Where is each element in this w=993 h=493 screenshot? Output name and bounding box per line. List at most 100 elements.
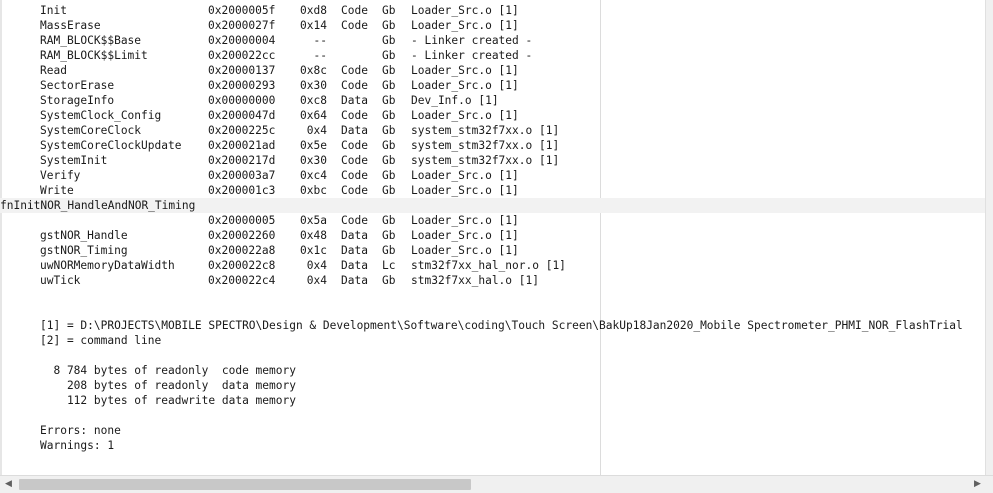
warnings-line: Warnings: 1 (40, 439, 115, 452)
scroll-right-arrow-icon[interactable]: ▶ (969, 476, 986, 493)
symbol-name: RAM_BLOCK$$Base (40, 34, 142, 47)
symbol-obj: stm32f7xx_hal_nor.o [1] (411, 259, 566, 272)
symbol-addr: 0x20000293 (208, 79, 276, 92)
symbol-size: 0xc8 (300, 94, 327, 107)
symbol-size: 0x30 (300, 154, 327, 167)
symbol-size: 0x30 (300, 79, 327, 92)
symbol-name: Verify (40, 169, 81, 182)
symbol-addr: 0x20000137 (208, 64, 276, 77)
symbol-addr: 0x2000217d (208, 154, 276, 167)
horizontal-scrollbar[interactable]: ◀ ▶ (0, 475, 993, 493)
symbol-obj: Loader_Src.o [1] (411, 64, 519, 77)
symbol-kind: Code (341, 109, 368, 122)
symbol-obj: Loader_Src.o [1] (411, 19, 519, 32)
symbol-obj: - Linker created - (411, 34, 533, 47)
symbol-size: 0x8c (300, 64, 327, 77)
symbol-kind: Data (341, 274, 368, 287)
symbol-addr: 0x20002260 (208, 229, 276, 242)
symbol-scope: Gb (382, 154, 396, 167)
symbol-scope: Lc (382, 259, 396, 272)
symbol-name: Read (40, 64, 67, 77)
symbol-addr: 0x200003a7 (208, 169, 276, 182)
symbol-kind: Data (341, 229, 368, 242)
symbol-row: 0x20000005 0x5a Code Gb Loader_Src.o [1] (40, 213, 986, 228)
symbol-kind: Data (341, 259, 368, 272)
symbol-size: 0x64 (300, 109, 327, 122)
symbol-obj: Loader_Src.o [1] (411, 214, 519, 227)
symbol-kind: Code (341, 139, 368, 152)
vertical-scrollbar[interactable] (985, 0, 993, 476)
symbol-row: RAM_BLOCK$$Limit 0x200022cc -- Gb - Linker c… (40, 48, 986, 63)
symbol-name: uwTick (40, 274, 81, 287)
symbol-scope: Gb (382, 19, 396, 32)
symbol-obj: - Linker created - (411, 49, 533, 62)
symbol-size: -- (313, 49, 327, 62)
symbol-addr: 0x2000027f (208, 19, 276, 32)
symbol-obj: Loader_Src.o [1] (411, 169, 519, 182)
symbol-name: fnInitNOR_HandleAndNOR_Timing (0, 199, 196, 212)
symbol-scope: Gb (382, 79, 396, 92)
errors-line: Errors: none (40, 424, 121, 437)
symbol-size: 0x4 (306, 259, 327, 272)
symbol-row: MassErase 0x2000027f 0x14 Code Gb Loader_Src.… (40, 18, 986, 33)
symbol-name: SystemCoreClockUpdate (40, 139, 182, 152)
symbol-obj: system_stm32f7xx.o [1] (411, 124, 560, 137)
symbol-addr: 0x200022cc (208, 49, 276, 62)
symbol-table: Init 0x2000005f 0xd8 Code Gb Loader_Src.o [1]… (0, 3, 986, 288)
symbol-addr: 0x200001c3 (208, 184, 276, 197)
symbol-row: RAM_BLOCK$$Base 0x20000004 -- Gb - Linker cr… (40, 33, 986, 48)
text-content: Init 0x2000005f 0xd8 Code Gb Loader_Src.o [1]… (0, 3, 986, 453)
symbol-size: 0x4 (306, 274, 327, 287)
symbol-name: SystemCoreClock (40, 124, 142, 137)
symbol-obj: system_stm32f7xx.o [1] (411, 154, 560, 167)
scroll-left-arrow-icon[interactable]: ◀ (0, 476, 17, 493)
symbol-kind: Code (341, 19, 368, 32)
symbol-kind: Code (341, 64, 368, 77)
symbol-scope: Gb (382, 274, 396, 287)
symbol-row: Init 0x2000005f 0xd8 Code Gb Loader_Src.o [1] (40, 3, 986, 18)
symbol-size: 0xc4 (300, 169, 327, 182)
symbol-row: Verify 0x200003a7 0xc4 Code Gb Loader_Src.o [… (40, 168, 986, 183)
symbol-addr: 0x2000005f (208, 4, 276, 17)
symbol-row: gstNOR_Handle 0x20002260 0x48 Data Gb Loader_… (40, 228, 986, 243)
symbol-kind: Code (341, 4, 368, 17)
symbol-name: Init (40, 4, 67, 17)
memory-summary-line: 8 784 bytes of readonly code memory (40, 364, 296, 377)
symbol-row: fnInitNOR_HandleAndNOR_Timing (0, 198, 986, 213)
symbol-row: SystemCoreClock 0x2000225c 0x4 Data Gb system… (40, 123, 986, 138)
symbol-size: 0x5e (300, 139, 327, 152)
symbol-addr: 0x2000225c (208, 124, 276, 137)
symbol-name: Write (40, 184, 74, 197)
symbol-name: SystemInit (40, 154, 108, 167)
gutter-strip (0, 0, 2, 476)
horizontal-scroll-thumb[interactable] (19, 479, 471, 490)
symbol-row: SystemClock_Config 0x2000047d 0x64 Code Gb Lo… (40, 108, 986, 123)
symbol-size: 0xd8 (300, 4, 327, 17)
map-file-text-view[interactable]: Init 0x2000005f 0xd8 Code Gb Loader_Src.o [1]… (0, 0, 986, 476)
symbol-size: 0x48 (300, 229, 327, 242)
symbol-obj: Loader_Src.o [1] (411, 79, 519, 92)
symbol-scope: Gb (382, 49, 396, 62)
memory-summary-line: 208 bytes of readonly data memory (40, 379, 296, 392)
footnote-line: [1] = D:\PROJECTS\MOBILE SPECTRO\Design … (40, 319, 963, 332)
symbol-size: 0x4 (306, 124, 327, 137)
symbol-scope: Gb (382, 4, 396, 17)
symbol-scope: Gb (382, 139, 396, 152)
symbol-addr: 0x20000005 (208, 214, 276, 227)
symbol-name: SectorErase (40, 79, 115, 92)
symbol-row: Write 0x200001c3 0xbc Code Gb Loader_Src.o [1… (40, 183, 986, 198)
symbol-name: StorageInfo (40, 94, 115, 107)
symbol-scope: Gb (382, 34, 396, 47)
symbol-addr: 0x200022c8 (208, 259, 276, 272)
symbol-obj: Loader_Src.o [1] (411, 229, 519, 242)
symbol-obj: stm32f7xx_hal.o [1] (411, 274, 539, 287)
symbol-row: SystemCoreClockUpdate 0x200021ad 0x5e Code G… (40, 138, 986, 153)
symbol-obj: Loader_Src.o [1] (411, 184, 519, 197)
symbol-kind: Code (341, 184, 368, 197)
symbol-scope: Gb (382, 229, 396, 242)
symbol-addr: 0x20000004 (208, 34, 276, 47)
symbol-row: Read 0x20000137 0x8c Code Gb Loader_Src.o [1] (40, 63, 986, 78)
symbol-row: uwNORMemoryDataWidth 0x200022c8 0x4 Data Lc s… (40, 258, 986, 273)
symbol-size: 0x14 (300, 19, 327, 32)
symbol-size: 0x1c (300, 244, 327, 257)
